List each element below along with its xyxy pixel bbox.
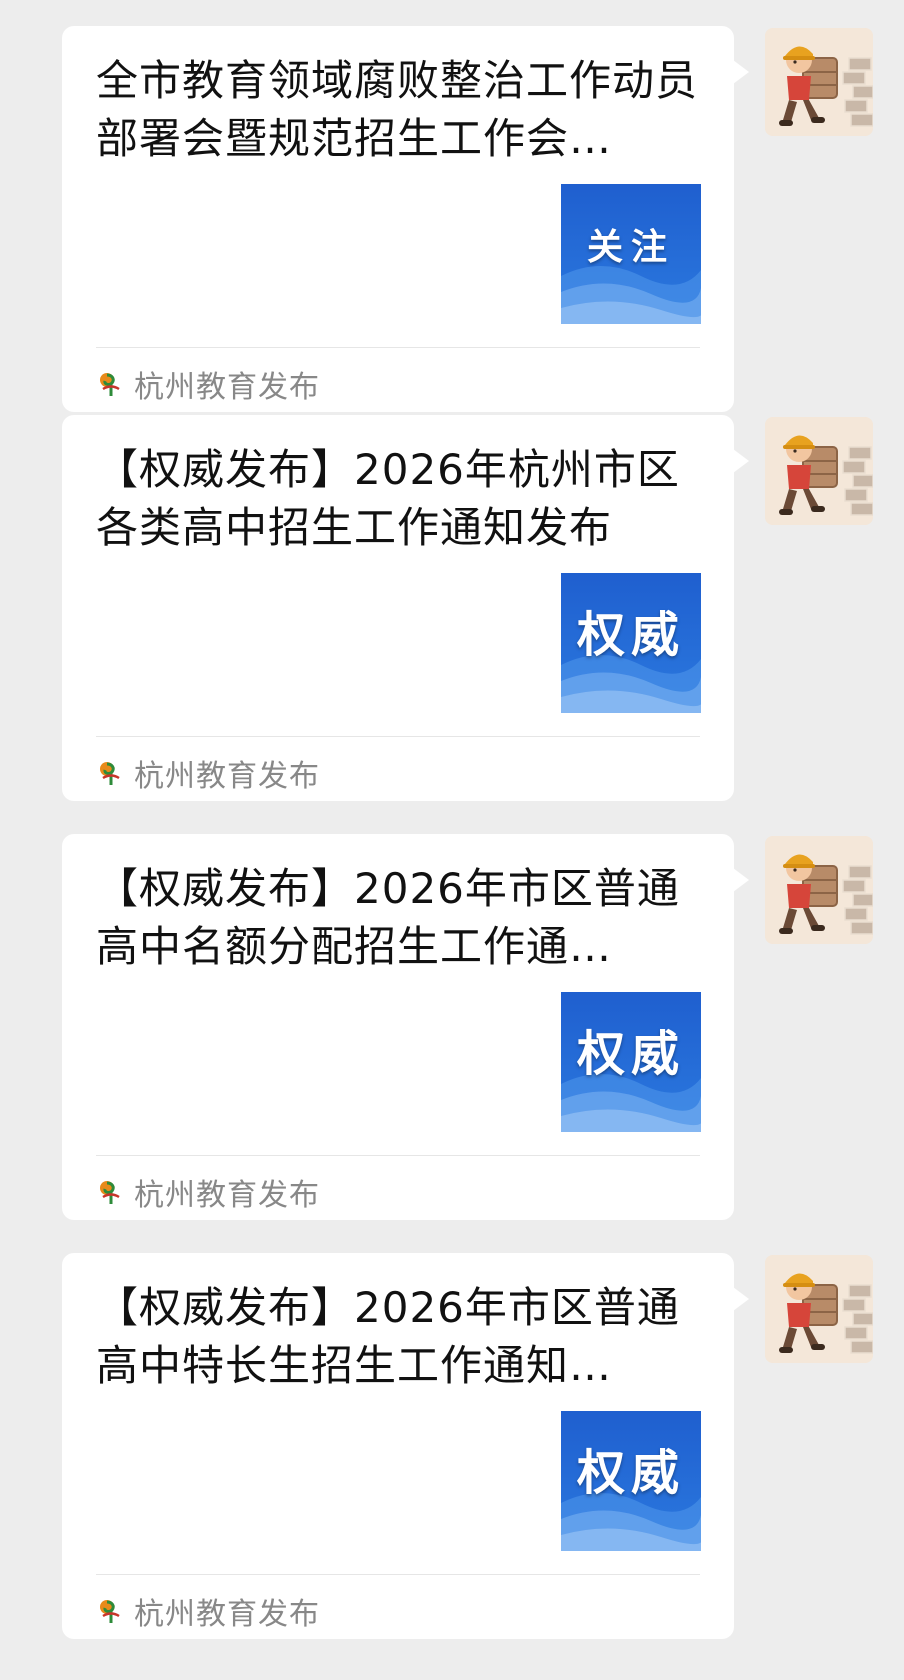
source-name: 杭州教育发布 <box>134 1597 320 1632</box>
thumbnail-label: 权威 <box>576 1026 685 1082</box>
article-title: 【权威发布】2026年市区普通高中特长生招生工作通知… <box>96 1283 680 1390</box>
sender-avatar[interactable] <box>765 1255 873 1363</box>
edu-logo-icon <box>100 373 120 396</box>
sender-avatar[interactable] <box>765 836 873 944</box>
edu-logo-icon <box>100 1600 120 1623</box>
card-divider <box>96 1155 700 1156</box>
chat-message: 【权威发布】2026年市区普通高中名额分配招生工作通… 权威 杭州教育发布 <box>0 834 904 1228</box>
chat-message: 【权威发布】2026年市区普通高中特长生招生工作通知… 权威 杭州教育发布 <box>0 1253 904 1647</box>
sender-avatar[interactable] <box>765 28 873 136</box>
worker-carrying-bricks-avatar-icon <box>765 1255 873 1363</box>
article-title: 【权威发布】2026年市区普通高中名额分配招生工作通… <box>96 864 680 971</box>
edu-logo-icon <box>100 1181 120 1204</box>
article-title: 【权威发布】2026年杭州市区各类高中招生工作通知发布 <box>96 445 680 552</box>
article-source[interactable]: 杭州教育发布 <box>96 1172 320 1213</box>
source-name: 杭州教育发布 <box>134 759 320 794</box>
card-divider <box>96 736 700 737</box>
worker-carrying-bricks-avatar-icon <box>765 28 873 136</box>
thumbnail-label: 权威 <box>576 607 685 663</box>
chat-message: 【权威发布】2026年杭州市区各类高中招生工作通知发布 权威 杭州教育发布 <box>0 415 904 809</box>
article-card[interactable]: 【权威发布】2026年市区普通高中特长生招生工作通知… 权威 杭州教育发布 <box>62 1253 749 1639</box>
article-source[interactable]: 杭州教育发布 <box>96 753 320 794</box>
article-card[interactable]: 【权威发布】2026年市区普通高中名额分配招生工作通… 权威 杭州教育发布 <box>62 834 749 1220</box>
article-thumbnail: 关注 <box>561 184 701 324</box>
article-source[interactable]: 杭州教育发布 <box>96 364 320 405</box>
article-card[interactable]: 全市教育领域腐败整治工作动员部署会暨规范招生工作会… 关注 杭州教育发布 <box>62 26 749 412</box>
sender-avatar[interactable] <box>765 417 873 525</box>
source-name: 杭州教育发布 <box>134 370 320 405</box>
worker-carrying-bricks-avatar-icon <box>765 417 873 525</box>
card-divider <box>96 1574 700 1575</box>
article-thumbnail: 权威 <box>561 573 701 713</box>
card-divider <box>96 347 700 348</box>
edu-logo-icon <box>100 762 120 785</box>
article-title: 全市教育领域腐败整治工作动员部署会暨规范招生工作会… <box>96 56 699 163</box>
article-thumbnail: 权威 <box>561 1411 701 1551</box>
thumbnail-label: 关注 <box>586 227 675 268</box>
article-card[interactable]: 【权威发布】2026年杭州市区各类高中招生工作通知发布 权威 杭州教育发布 <box>62 415 749 801</box>
article-source[interactable]: 杭州教育发布 <box>96 1591 320 1632</box>
worker-carrying-bricks-avatar-icon <box>765 836 873 944</box>
source-name: 杭州教育发布 <box>134 1178 320 1213</box>
thumbnail-label: 权威 <box>576 1445 685 1501</box>
chat-message: 全市教育领域腐败整治工作动员部署会暨规范招生工作会… 关注 杭州教育发布 <box>0 26 904 420</box>
article-thumbnail: 权威 <box>561 992 701 1132</box>
